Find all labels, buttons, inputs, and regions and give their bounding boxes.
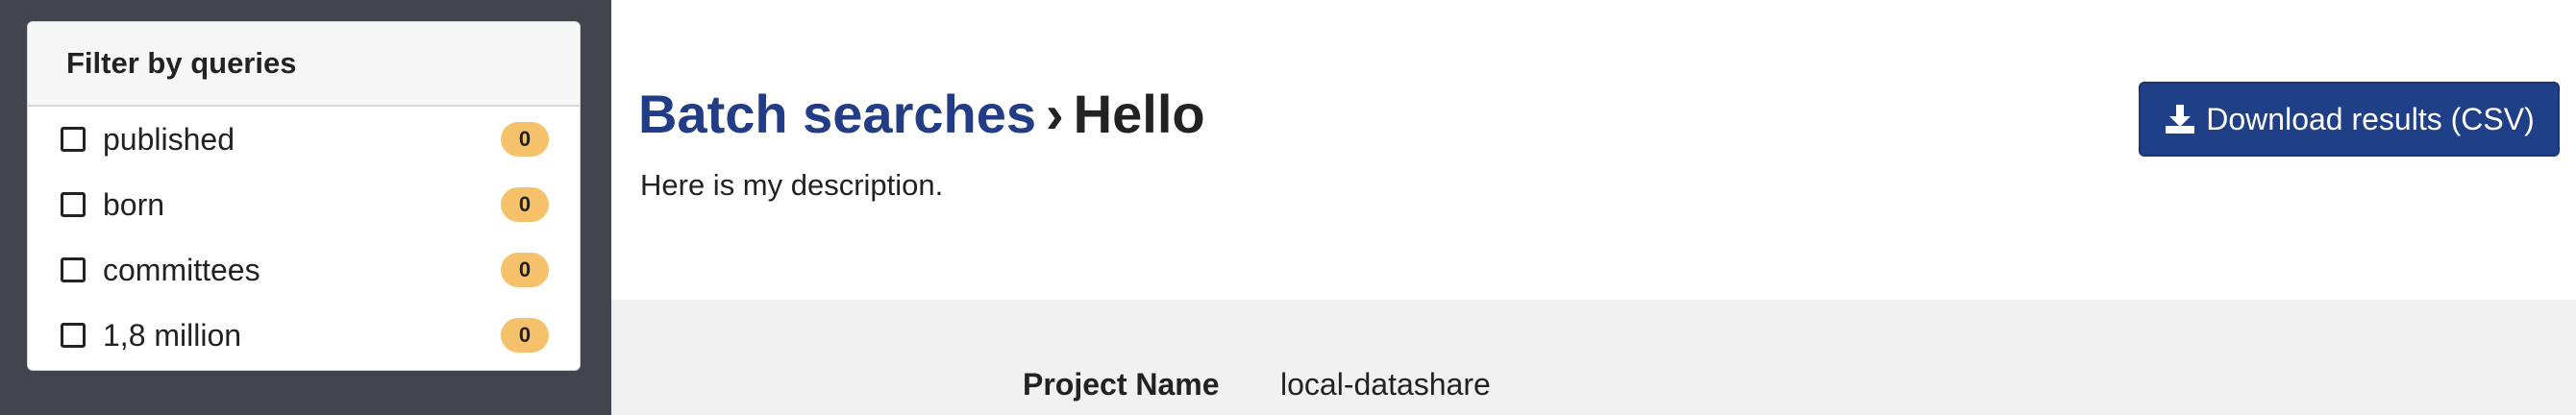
query-item-1-8-million[interactable]: 1,8 million 0 (28, 303, 580, 368)
query-checkbox[interactable] (61, 127, 86, 152)
batch-search-description: Here is my description. (640, 168, 944, 202)
query-item-committees[interactable]: committees 0 (28, 237, 580, 303)
query-checkbox[interactable] (61, 192, 86, 217)
query-label: published (103, 121, 235, 157)
breadcrumb-separator: › (1046, 84, 1064, 144)
query-item-born[interactable]: born 0 (28, 172, 580, 237)
sidebar: Filter by queries published 0 born 0 com… (0, 0, 611, 415)
query-list: published 0 born 0 committees 0 1,8 mill… (28, 107, 580, 368)
main-content: Batch searches › Hello Here is my descript… (611, 0, 2576, 415)
query-checkbox[interactable] (61, 323, 86, 348)
query-label: committees (103, 252, 260, 287)
download-results-label: Download results (CSV) (2206, 101, 2535, 136)
query-count-badge: 0 (501, 318, 549, 353)
query-count-badge: 0 (501, 253, 549, 287)
download-icon (2166, 105, 2195, 134)
batch-search-details: Project Name local-datashare (611, 300, 2576, 415)
query-filter-card: Filter by queries published 0 born 0 com… (27, 21, 581, 371)
query-checkbox[interactable] (61, 257, 86, 282)
query-count-badge: 0 (501, 122, 549, 157)
page-title: Batch searches › Hello (638, 83, 1205, 145)
query-label: 1,8 million (103, 317, 242, 353)
project-name-value: local-datashare (1280, 367, 1491, 402)
project-name-label: Project Name (1023, 367, 1220, 402)
query-item-published[interactable]: published 0 (28, 107, 580, 172)
query-label: born (103, 186, 165, 222)
query-count-badge: 0 (501, 187, 549, 222)
filter-header: Filter by queries (28, 22, 580, 107)
breadcrumb-batch-searches-link[interactable]: Batch searches (638, 84, 1036, 144)
download-results-button[interactable]: Download results (CSV) (2139, 82, 2560, 157)
batch-search-title: Hello (1073, 84, 1205, 144)
